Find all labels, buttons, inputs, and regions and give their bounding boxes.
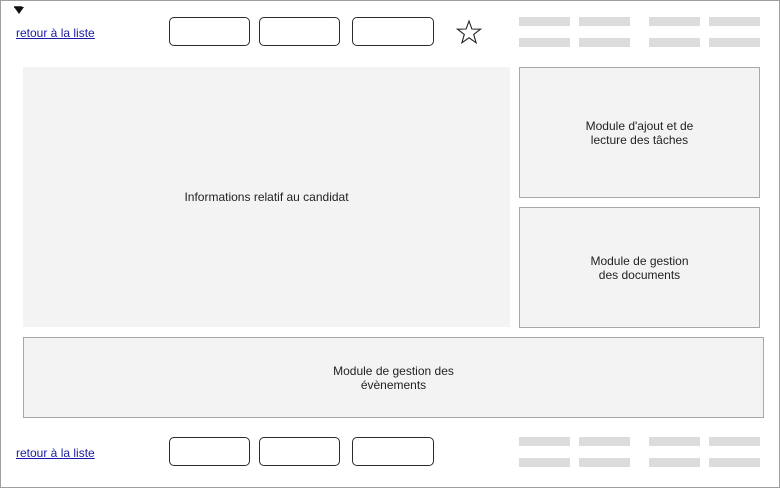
- placeholder-bar: [579, 17, 630, 26]
- toolbar-button-2-bottom[interactable]: [259, 437, 340, 466]
- placeholder-bar: [649, 17, 700, 26]
- placeholder-bar: [649, 38, 700, 47]
- placeholder-bar: [519, 17, 570, 26]
- placeholder-bar: [709, 437, 760, 446]
- tasks-module-label: Module d'ajout et de lecture des tâches: [585, 118, 694, 147]
- back-to-list-link-top[interactable]: retour à la liste: [16, 26, 95, 40]
- toolbar-button-1-bottom[interactable]: [169, 437, 250, 466]
- candidate-info-panel: Informations relatif au candidat: [23, 67, 510, 327]
- placeholder-bar: [709, 458, 760, 467]
- placeholder-bar: [709, 38, 760, 47]
- placeholder-bar: [519, 458, 570, 467]
- placeholder-bar: [519, 38, 570, 47]
- toolbar-button-1-top[interactable]: [169, 17, 250, 46]
- back-to-list-link-bottom[interactable]: retour à la liste: [16, 446, 95, 460]
- toolbar-button-2-top[interactable]: [259, 17, 340, 46]
- placeholder-bar: [709, 17, 760, 26]
- placeholder-bar: [649, 437, 700, 446]
- documents-module-panel: Module de gestion des documents: [519, 207, 760, 328]
- placeholder-bar: [519, 437, 570, 446]
- tasks-module-panel: Module d'ajout et de lecture des tâches: [519, 67, 760, 198]
- star-icon[interactable]: [456, 19, 482, 45]
- events-module-panel: Module de gestion des évènements: [23, 337, 764, 418]
- events-module-label: Module de gestion des évènements: [333, 363, 454, 392]
- placeholder-bar: [579, 38, 630, 47]
- toolbar-button-3-top[interactable]: [352, 17, 434, 46]
- candidate-info-label: Informations relatif au candidat: [184, 190, 349, 204]
- corner-arrow-icon: [14, 6, 24, 14]
- placeholder-bar: [579, 458, 630, 467]
- placeholder-bar: [579, 437, 630, 446]
- placeholder-bar: [649, 458, 700, 467]
- toolbar-button-3-bottom[interactable]: [352, 437, 434, 466]
- documents-module-label: Module de gestion des documents: [590, 253, 689, 282]
